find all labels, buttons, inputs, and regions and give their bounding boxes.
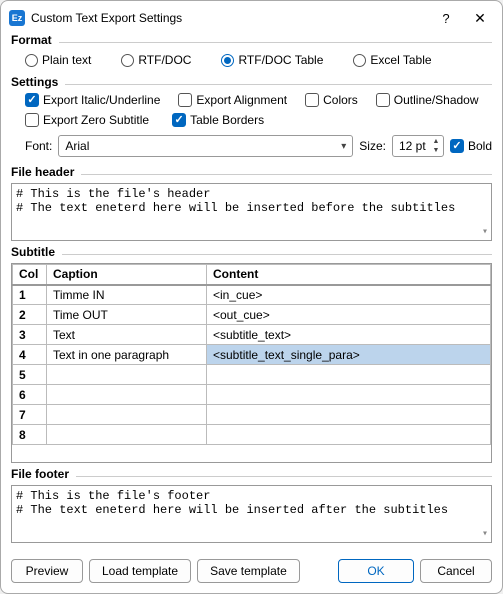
content-cell[interactable]: <subtitle_text_single_para> (207, 345, 491, 365)
check-bold[interactable]: Bold (450, 139, 492, 153)
radio-rtf-doc-table[interactable]: RTF/DOC Table (221, 53, 323, 67)
size-value: 12 pt (399, 139, 426, 153)
radio-rtf-doc[interactable]: RTF/DOC (121, 53, 191, 67)
radio-excel-table[interactable]: Excel Table (353, 53, 431, 67)
content-cell[interactable]: <out_cue> (207, 305, 491, 325)
close-button[interactable]: ✕ (466, 7, 494, 29)
format-label: Format (11, 33, 55, 47)
button-row: Preview Load template Save template OK C… (1, 551, 502, 593)
table-row: 5 (13, 365, 491, 385)
file-header-textarea[interactable]: # This is the file's header # The text e… (11, 183, 492, 241)
check-table-borders[interactable]: Table Borders (172, 113, 264, 127)
caption-cell[interactable]: Text (47, 325, 207, 345)
table-row: 7 (13, 405, 491, 425)
chevron-down-icon: ▾ (341, 141, 346, 152)
size-spinner[interactable]: 12 pt ▲▼ (392, 135, 444, 157)
subtitle-label: Subtitle (11, 245, 58, 259)
caption-cell[interactable]: Time OUT (47, 305, 207, 325)
content-cell[interactable]: <subtitle_text> (207, 325, 491, 345)
table-row: 1Timme IN<in_cue> (13, 285, 491, 305)
font-value: Arial (65, 139, 89, 153)
subtitle-table[interactable]: Col Caption Content 1Timme IN<in_cue>2Ti… (11, 263, 492, 463)
table-row: 6 (13, 385, 491, 405)
content-cell[interactable] (207, 365, 491, 385)
subtitle-group: Subtitle (11, 245, 492, 259)
check-colors[interactable]: Colors (305, 93, 358, 107)
caption-cell[interactable]: Timme IN (47, 285, 207, 305)
caption-cell[interactable] (47, 425, 207, 445)
save-template-button[interactable]: Save template (197, 559, 300, 583)
file-header-group: File header (11, 165, 492, 179)
spinner-arrows-icon: ▲▼ (431, 137, 441, 155)
format-group: Format Plain text RTF/DOC RTF/DOC Table … (11, 33, 492, 71)
file-footer-textarea[interactable]: # This is the file's footer # The text e… (11, 485, 492, 543)
load-template-button[interactable]: Load template (89, 559, 191, 583)
settings-label: Settings (11, 75, 61, 89)
ok-button[interactable]: OK (338, 559, 414, 583)
dialog-content: Format Plain text RTF/DOC RTF/DOC Table … (1, 33, 502, 551)
row-number[interactable]: 2 (13, 305, 47, 325)
cancel-button[interactable]: Cancel (420, 559, 492, 583)
size-label: Size: (359, 139, 386, 153)
check-export-italic[interactable]: Export Italic/Underline (25, 93, 160, 107)
caption-cell[interactable] (47, 405, 207, 425)
table-row: 4Text in one paragraph<subtitle_text_sin… (13, 345, 491, 365)
content-cell[interactable]: <in_cue> (207, 285, 491, 305)
caption-cell[interactable]: Text in one paragraph (47, 345, 207, 365)
row-number[interactable]: 6 (13, 385, 47, 405)
caption-cell[interactable] (47, 365, 207, 385)
chevron-down-icon: ▾ (482, 528, 488, 540)
preview-button[interactable]: Preview (11, 559, 83, 583)
col-header-col[interactable]: Col (13, 265, 47, 285)
chevron-down-icon: ▾ (482, 226, 488, 238)
row-number[interactable]: 1 (13, 285, 47, 305)
table-row: 2Time OUT<out_cue> (13, 305, 491, 325)
app-icon: Ez (9, 10, 25, 26)
file-footer-group: File footer (11, 467, 492, 481)
radio-plain-text[interactable]: Plain text (25, 53, 91, 67)
check-export-alignment[interactable]: Export Alignment (178, 93, 287, 107)
help-button[interactable]: ? (432, 7, 460, 29)
file-header-label: File header (11, 165, 77, 179)
row-number[interactable]: 5 (13, 365, 47, 385)
check-outline-shadow[interactable]: Outline/Shadow (376, 93, 479, 107)
row-number[interactable]: 3 (13, 325, 47, 345)
check-export-zero-subtitle[interactable]: Export Zero Subtitle (25, 113, 149, 127)
table-header-row: Col Caption Content (13, 265, 491, 285)
content-cell[interactable] (207, 405, 491, 425)
table-row: 3Text<subtitle_text> (13, 325, 491, 345)
content-cell[interactable] (207, 385, 491, 405)
titlebar: Ez Custom Text Export Settings ? ✕ (1, 1, 502, 33)
settings-group: Settings Export Italic/Underline Export … (11, 75, 492, 161)
dialog-window: Ez Custom Text Export Settings ? ✕ Forma… (0, 0, 503, 594)
col-header-content[interactable]: Content (207, 265, 491, 285)
row-number[interactable]: 4 (13, 345, 47, 365)
file-footer-label: File footer (11, 467, 72, 481)
row-number[interactable]: 7 (13, 405, 47, 425)
content-cell[interactable] (207, 425, 491, 445)
format-radio-group: Plain text RTF/DOC RTF/DOC Table Excel T… (11, 47, 492, 71)
font-combo[interactable]: Arial ▾ (58, 135, 353, 157)
font-label: Font: (25, 139, 52, 153)
caption-cell[interactable] (47, 385, 207, 405)
col-header-caption[interactable]: Caption (47, 265, 207, 285)
row-number[interactable]: 8 (13, 425, 47, 445)
table-row: 8 (13, 425, 491, 445)
dialog-title: Custom Text Export Settings (31, 11, 426, 25)
